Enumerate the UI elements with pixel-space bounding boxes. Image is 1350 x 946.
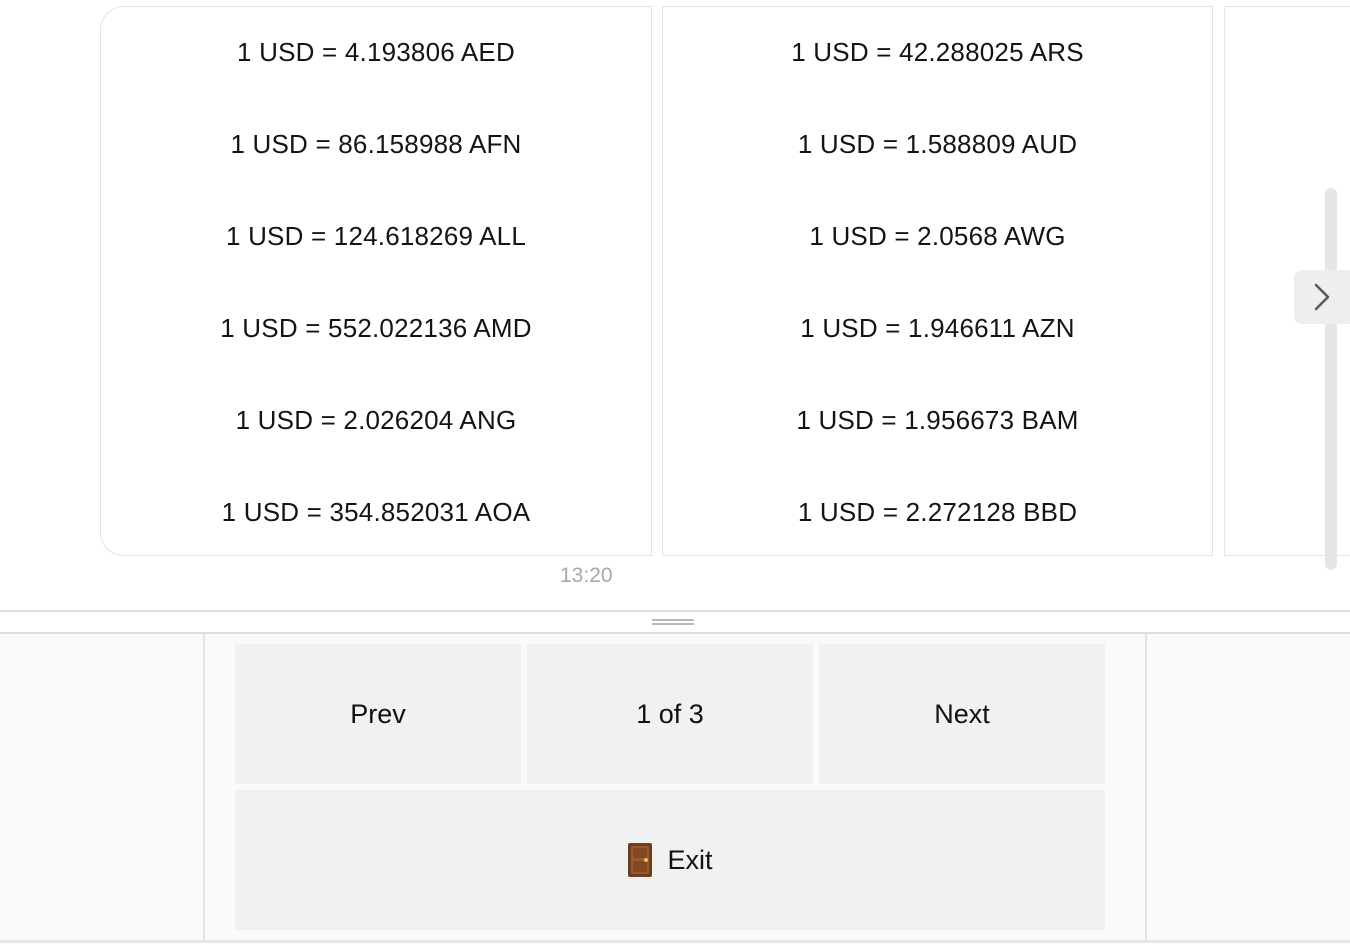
rate-item: 1 USD = 1.588809 AUD: [797, 128, 1078, 159]
page-indicator-button[interactable]: 1 of 3: [527, 644, 813, 784]
rate-list: 1 USD = 4.193806 AED 1 USD = 86.158988 A…: [101, 6, 651, 558]
rates-carousel: 1 USD = 4.193806 AED 1 USD = 86.158988 A…: [100, 6, 1350, 558]
resize-handle[interactable]: [652, 619, 694, 625]
carousel-next-button[interactable]: [1294, 270, 1350, 324]
chat-window: 1 USD = 4.193806 AED 1 USD = 86.158988 A…: [0, 0, 1350, 946]
prev-button-label: Prev: [350, 698, 406, 729]
rate-item: 1 USD = 124.618269 ALL: [225, 220, 527, 251]
message-area: 1 USD = 4.193806 AED 1 USD = 86.158988 A…: [0, 0, 1350, 610]
rate-list: 1 USD = 42.288025 ARS 1 USD = 1.588809 A…: [663, 6, 1212, 558]
reply-keyboard: Prev 1 of 3 Next Exit: [0, 634, 1350, 943]
next-button-label: Next: [934, 698, 990, 729]
rate-item: 1 USD = 354.852031 AOA: [221, 496, 531, 527]
rate-item: 1 USD = 1.946611 AZN: [800, 312, 1075, 343]
rate-item: 1 USD = 1.956673 BAM: [796, 404, 1079, 435]
rates-card-2: 1 USD = 42.288025 ARS 1 USD = 1.588809 A…: [662, 6, 1213, 556]
door-icon: [628, 843, 653, 877]
rates-card-1: 1 USD = 4.193806 AED 1 USD = 86.158988 A…: [100, 6, 652, 556]
exit-button-label: Exit: [667, 844, 713, 875]
next-button[interactable]: Next: [819, 644, 1105, 784]
panel-splitter: [0, 610, 1350, 634]
rate-item: 1 USD = 2.272128 BBD: [797, 496, 1078, 527]
rate-item: 1 USD = 86.158988 AFN: [230, 128, 522, 159]
rate-item: 1 USD = 552.022136 AMD: [220, 312, 532, 343]
scrollbar[interactable]: [1325, 188, 1337, 570]
page-indicator-label: 1 of 3: [636, 698, 704, 729]
rate-item: 1 USD = 42.288025 ARS: [791, 36, 1084, 67]
rate-item: 1 USD = 2.0568 AWG: [809, 220, 1066, 251]
message-timestamp: 13:20: [560, 564, 613, 587]
keyboard-grid: Prev 1 of 3 Next Exit: [203, 634, 1147, 940]
prev-button[interactable]: Prev: [235, 644, 521, 784]
rate-item: 1 USD = 4.193806 AED: [237, 36, 515, 67]
chevron-right-icon: [1314, 283, 1330, 311]
exit-button[interactable]: Exit: [235, 790, 1105, 930]
rate-item: 1 USD = 2.026204 ANG: [235, 404, 517, 435]
